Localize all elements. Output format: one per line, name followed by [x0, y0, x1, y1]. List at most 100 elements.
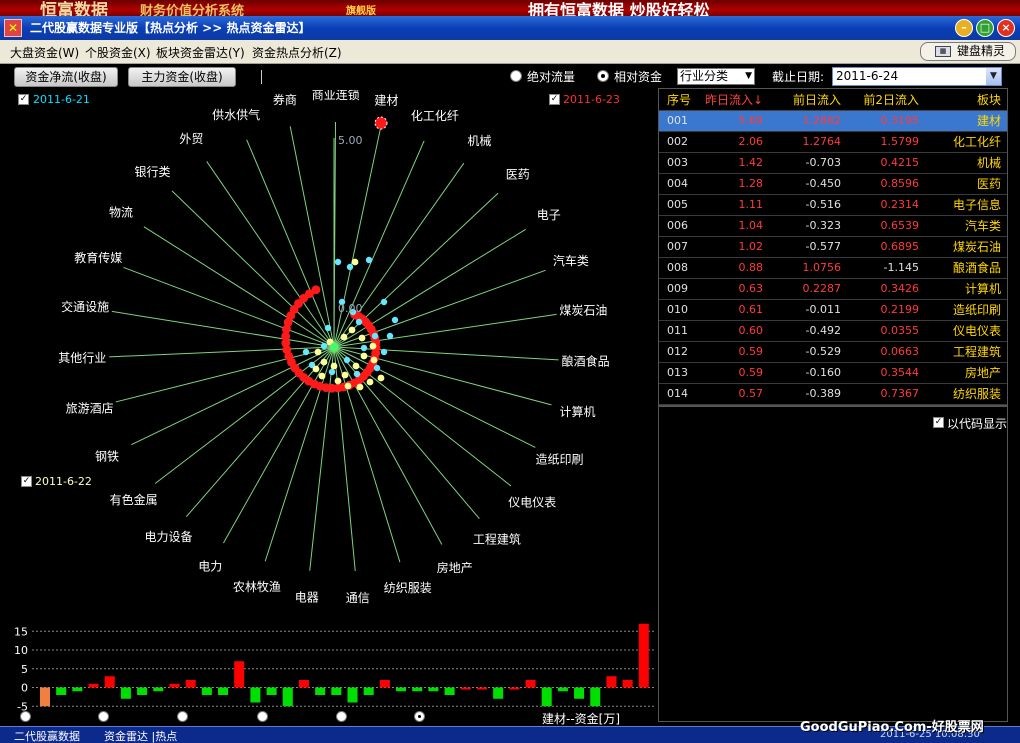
radar-sector-label[interactable]: 房地产 — [437, 560, 473, 575]
window-title: 二代股赢数据专业版【热点分析 >> 热点资金雷达】 — [30, 21, 311, 35]
chevron-down-icon[interactable]: ▼ — [986, 68, 1001, 85]
radar-sector-label[interactable]: 农林牧渔 — [233, 580, 281, 594]
legend-radio-net-inflow[interactable] — [414, 711, 425, 722]
radar-sector-label[interactable]: 供水供气 — [212, 107, 260, 122]
cell-no: 014 — [659, 383, 699, 405]
menu-hotspot-analysis[interactable]: 资金热点分析(Z) — [252, 44, 342, 61]
cell-day-before: -0.323 — [769, 215, 847, 237]
radar-sector-label[interactable]: 旅游酒店 — [66, 402, 114, 416]
bar-mark — [88, 683, 99, 688]
radar-sector-label[interactable]: 电力设备 — [145, 530, 193, 544]
radar-sector-label[interactable]: 外贸 — [179, 132, 203, 146]
radar-scale-top: 5.00 — [338, 134, 363, 147]
table-row[interactable]: 010 0.61 -0.011 0.2199 造纸印刷 — [659, 299, 1007, 321]
maximize-button[interactable]: □ — [976, 19, 994, 37]
app-icon[interactable]: ✕ — [4, 19, 22, 37]
radar-sector-label[interactable]: 纺织服装 — [384, 581, 432, 595]
radar-sector-label[interactable]: 电力 — [198, 560, 222, 574]
radar-sector-label[interactable]: 银行类 — [135, 165, 171, 179]
col-header-yesterday[interactable]: 昨日流入↓ — [699, 89, 769, 111]
table-row[interactable]: 012 0.59 -0.529 0.0663 工程建筑 — [659, 341, 1007, 363]
legend-radio-20to50w[interactable] — [177, 711, 188, 722]
cell-no: 005 — [659, 194, 699, 216]
bar-mark — [218, 687, 229, 695]
radar-dot-highlight[interactable] — [374, 116, 388, 130]
radar-sector-label[interactable]: 商业连锁 — [312, 90, 360, 102]
menu-market-funds[interactable]: 大盘资金(W) — [10, 44, 79, 61]
radar-sector-label[interactable]: 仪电仪表 — [508, 496, 556, 510]
deadline-date-select[interactable]: 2011-6-24 ▼ — [832, 67, 1002, 86]
radar-sector-label[interactable]: 电器 — [295, 591, 319, 605]
slogan: 拥有恒富数据 炒股好轻松 — [528, 1, 710, 16]
radar-sector-label[interactable]: 钢铁 — [95, 449, 119, 463]
absolute-flow-radio[interactable] — [510, 70, 522, 82]
cell-sector: 汽车类 — [925, 215, 1007, 237]
deadline-label: 截止日期: — [772, 70, 825, 84]
radar-dot-0622 — [341, 371, 349, 379]
net-flow-button[interactable]: 资金净流(收盘) — [14, 67, 118, 87]
radar-sector-label[interactable]: 计算机 — [560, 404, 596, 419]
col-header-no[interactable]: 序号 — [659, 89, 699, 111]
radar-sector-label[interactable]: 券商 — [273, 92, 297, 107]
col-header-two-days-before[interactable]: 前2日流入 — [847, 89, 925, 111]
table-row[interactable]: 008 0.88 1.0756 -1.145 酿酒食品 — [659, 257, 1007, 279]
radar-sector-label[interactable]: 煤炭石油 — [559, 304, 607, 318]
col-header-sector[interactable]: 板块 — [925, 89, 1007, 111]
table-row[interactable]: 007 1.02 -0.577 0.6895 煤炭石油 — [659, 236, 1007, 258]
legend-radio-gt100w[interactable] — [336, 711, 347, 722]
radar-sector-label[interactable]: 化工化纤 — [411, 109, 459, 123]
dropdown-arrow-icon: ▼ — [745, 71, 752, 81]
cell-yesterday: 5.69 — [699, 110, 769, 132]
category-select[interactable]: 行业分类 ▼ — [677, 68, 755, 85]
radar-sector-label[interactable]: 电子 — [537, 208, 561, 222]
col-header-day-before[interactable]: 前日流入 — [769, 89, 847, 111]
radar-sector-label[interactable]: 交通设施 — [61, 299, 109, 314]
radar-sector-label[interactable]: 有色金属 — [110, 492, 158, 507]
bar-mark — [201, 687, 212, 695]
table-row[interactable]: 006 1.04 -0.323 0.6539 汽车类 — [659, 215, 1007, 237]
legend-radio-lt5w[interactable] — [20, 711, 31, 722]
radar-sector-label[interactable]: 机械 — [467, 133, 491, 148]
radar-sector-label[interactable]: 医药 — [506, 168, 530, 182]
table-row[interactable]: 011 0.60 -0.492 0.0355 仪电仪表 — [659, 320, 1007, 342]
radar-dot-0621 — [386, 332, 394, 340]
keyboard-wizard-button[interactable]: ▦ 键盘精灵 — [920, 42, 1016, 61]
bar-mark — [331, 687, 342, 695]
cell-yesterday: 1.02 — [699, 236, 769, 258]
table-row[interactable]: 013 0.59 -0.160 0.3544 房地产 — [659, 362, 1007, 384]
minimize-button[interactable]: – — [955, 19, 973, 37]
keyboard-wizard-label: 键盘精灵 — [957, 44, 1006, 58]
radar-sector-label[interactable]: 其他行业 — [58, 351, 106, 365]
cell-two-days-before: 0.2314 — [847, 194, 925, 216]
legend-radio-gt50w[interactable] — [257, 711, 268, 722]
code-display-checkbox[interactable]: ✓ — [933, 417, 944, 428]
legend-radio-5to20w[interactable] — [98, 711, 109, 722]
main-flow-button[interactable]: 主力资金(收盘) — [128, 67, 236, 87]
cell-two-days-before: 0.4215 — [847, 152, 925, 174]
radar-sector-label[interactable]: 教育传媒 — [74, 250, 122, 265]
bar-mark — [347, 687, 358, 703]
relative-flow-radio[interactable] — [597, 70, 609, 82]
radar-sector-label[interactable]: 建材 — [374, 94, 398, 108]
menu-stock-funds[interactable]: 个股资金(X) — [85, 44, 151, 61]
table-row[interactable]: 005 1.11 -0.516 0.2314 电子信息 — [659, 194, 1007, 216]
radar-dot-0621 — [365, 256, 373, 264]
table-row[interactable]: 004 1.28 -0.450 0.8596 医药 — [659, 173, 1007, 195]
radar-sector-label[interactable]: 物流 — [109, 205, 133, 219]
radar-sector-label[interactable]: 汽车类 — [553, 253, 589, 268]
table-row[interactable]: 001 5.69 1.2882 0.3195 建材 — [659, 110, 1007, 132]
radar-sector-label[interactable]: 工程建筑 — [473, 531, 521, 546]
sector-radar: ✓ 2011-6-21 ✓ 2011-6-23 ✓ 2011-6-22 建材 化工… — [12, 90, 657, 615]
radar-dot-0621 — [371, 332, 379, 340]
menu-sector-radar[interactable]: 板块资金雷达(Y) — [156, 44, 245, 61]
radar-dot-0622 — [334, 377, 342, 385]
radar-sector-label[interactable]: 通信 — [346, 591, 370, 605]
table-row[interactable]: 003 1.42 -0.703 0.4215 机械 — [659, 152, 1007, 174]
table-row[interactable]: 014 0.57 -0.389 0.7367 纺织服装 — [659, 383, 1007, 405]
cell-day-before: -0.450 — [769, 173, 847, 195]
table-row[interactable]: 009 0.63 0.2287 0.3426 计算机 — [659, 278, 1007, 300]
radar-sector-label[interactable]: 酿酒食品 — [562, 353, 610, 368]
close-button[interactable]: × — [997, 19, 1015, 37]
radar-sector-label[interactable]: 造纸印刷 — [535, 453, 583, 467]
table-row[interactable]: 002 2.06 1.2764 1.5799 化工化纤 — [659, 131, 1007, 153]
